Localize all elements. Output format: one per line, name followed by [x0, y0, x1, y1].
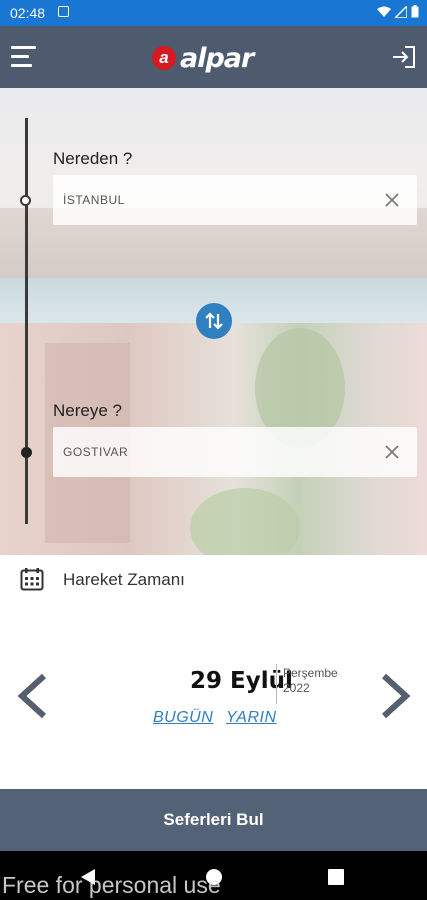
logo-text: alpar [180, 42, 254, 74]
wifi-icon [377, 6, 391, 17]
status-bar: 02:48 [0, 0, 427, 26]
today-link[interactable]: BUGÜN [153, 709, 213, 727]
logo-badge: a [152, 46, 176, 70]
app-bar: a alpar [0, 26, 427, 88]
find-trips-button[interactable]: Seferleri Bul [0, 789, 427, 851]
chevron-left-icon[interactable] [14, 672, 50, 720]
chevron-right-icon[interactable] [378, 672, 414, 720]
to-value: GOSTIVAR [63, 445, 129, 459]
to-field[interactable]: GOSTIVAR [53, 427, 417, 477]
alpar-logo: a alpar [152, 42, 282, 74]
from-label: Nereden ? [53, 149, 133, 168]
menu-icon[interactable] [11, 46, 36, 68]
signal-icon [395, 5, 407, 18]
origin-dot [20, 195, 31, 206]
to-label: Nereye ? [53, 401, 122, 420]
date-section-title: Hareket Zamanı [63, 570, 185, 589]
sim-icon [58, 6, 69, 17]
status-time: 02:48 [10, 5, 46, 21]
clear-icon[interactable] [385, 445, 399, 459]
watermark: Free for personal use [2, 872, 221, 898]
departure-date-row: Hareket Zamanı [0, 555, 427, 605]
login-icon[interactable] [391, 44, 417, 70]
recents-icon[interactable] [328, 869, 344, 885]
date-divider [276, 664, 277, 704]
selected-weekday: Perşembe [283, 666, 338, 680]
from-field[interactable]: İSTANBUL [53, 175, 417, 225]
from-value: İSTANBUL [63, 193, 125, 207]
swap-button[interactable] [196, 303, 232, 339]
route-timeline [25, 118, 28, 524]
selected-day: 29 Eylül [190, 668, 293, 694]
swap-icon [205, 312, 223, 330]
status-icons [377, 5, 419, 18]
battery-icon [411, 5, 419, 18]
selected-year: 2022 [283, 681, 310, 695]
clear-icon[interactable] [385, 193, 399, 207]
calendar-icon [20, 568, 44, 591]
destination-dot [21, 447, 32, 458]
tomorrow-link[interactable]: YARIN [226, 709, 277, 727]
